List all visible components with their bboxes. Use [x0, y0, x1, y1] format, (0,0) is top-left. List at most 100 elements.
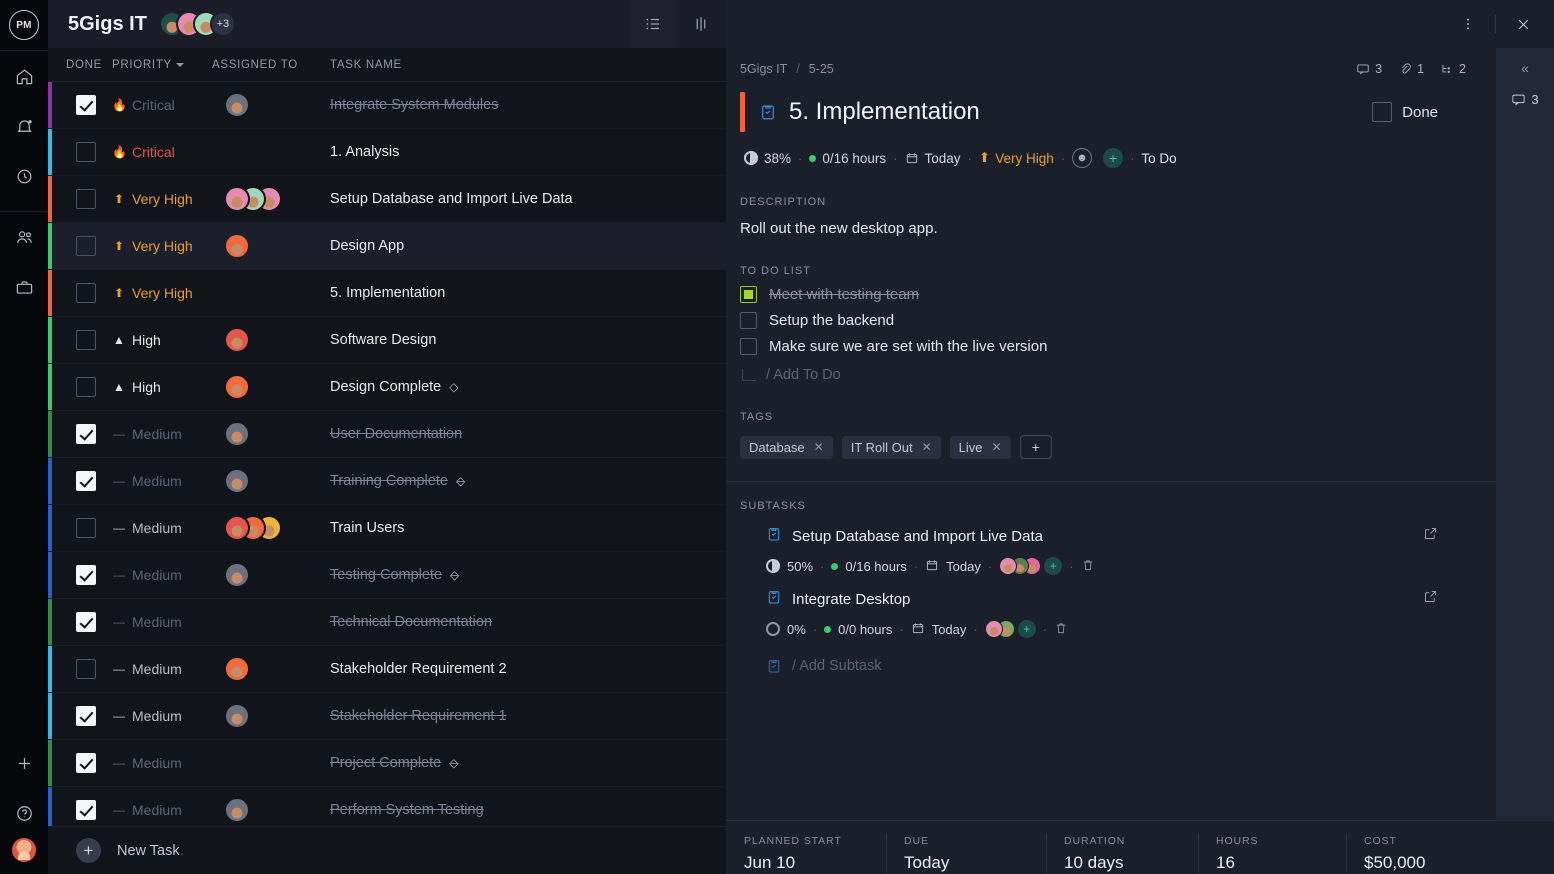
row-done-cell[interactable]	[48, 236, 112, 256]
avatar[interactable]	[224, 656, 250, 682]
avatar[interactable]	[224, 515, 250, 541]
row-checkbox[interactable]	[76, 612, 96, 632]
row-task-name[interactable]: Project Complete ◇	[330, 755, 726, 771]
table-row[interactable]: ▲ High Design Complete ◇	[48, 364, 726, 411]
row-priority-cell[interactable]: ⬆ Very High	[112, 238, 212, 254]
row-checkbox[interactable]	[76, 424, 96, 444]
row-assignee-cell[interactable]	[212, 468, 330, 494]
row-done-cell[interactable]	[48, 95, 112, 115]
avatar[interactable]	[984, 620, 1003, 638]
row-priority-cell[interactable]: — Medium	[112, 755, 212, 771]
row-assignee-cell[interactable]	[212, 703, 330, 729]
row-task-name[interactable]: Training Complete ◇	[330, 473, 726, 489]
breadcrumb-task-id[interactable]: 5-25	[809, 62, 834, 76]
row-checkbox[interactable]	[76, 518, 96, 538]
comment-count[interactable]: 3	[1356, 62, 1382, 76]
row-done-cell[interactable]	[48, 612, 112, 632]
avatar[interactable]	[224, 468, 250, 494]
row-task-name[interactable]: User Documentation	[330, 426, 726, 442]
close-icon[interactable]: ✕	[992, 440, 1002, 454]
avatar-overflow-badge[interactable]: +3	[209, 11, 236, 37]
row-done-cell[interactable]	[48, 706, 112, 726]
detail-task-title[interactable]: 5. Implementation	[789, 98, 980, 126]
row-done-cell[interactable]	[48, 659, 112, 679]
row-assignee-cell[interactable]	[212, 374, 330, 400]
row-checkbox[interactable]	[76, 706, 96, 726]
row-priority-cell[interactable]: ▲ High	[112, 379, 212, 395]
todo-item[interactable]: Make sure we are set with the live versi…	[740, 338, 1468, 355]
avatar[interactable]	[224, 421, 250, 447]
table-row[interactable]: — Medium Stakeholder Requirement 1	[48, 693, 726, 740]
footer-stat[interactable]: HOURS 16	[1198, 833, 1346, 873]
todo-checkbox[interactable]	[740, 286, 757, 303]
row-done-cell[interactable]	[48, 142, 112, 162]
progress-meta[interactable]: 38%	[744, 151, 791, 166]
footer-stat[interactable]: DUE Today	[886, 833, 1046, 873]
row-priority-cell[interactable]: — Medium	[112, 520, 212, 536]
row-checkbox[interactable]	[76, 236, 96, 256]
assignee-placeholder-icon[interactable]: ☻	[1072, 148, 1093, 168]
board-view-icon[interactable]	[677, 0, 725, 48]
add-assignee-icon[interactable]: +	[1103, 148, 1124, 168]
row-assignee-cell[interactable]	[212, 233, 330, 259]
row-priority-cell[interactable]: — Medium	[112, 473, 212, 489]
subtask-header[interactable]: Integrate Desktop	[766, 589, 1468, 610]
clock-icon[interactable]	[0, 151, 48, 201]
avatar[interactable]	[224, 562, 250, 588]
todo-checkbox[interactable]	[740, 312, 757, 329]
user-avatar[interactable]	[12, 838, 36, 862]
row-assignee-cell[interactable]	[212, 421, 330, 447]
row-priority-cell[interactable]: — Medium	[112, 614, 212, 630]
row-priority-cell[interactable]: ⬆ Very High	[112, 191, 212, 207]
row-task-name[interactable]: Stakeholder Requirement 2	[330, 661, 726, 677]
row-done-cell[interactable]	[48, 565, 112, 585]
open-external-icon[interactable]	[1423, 589, 1438, 609]
row-task-name[interactable]: Stakeholder Requirement 1	[330, 708, 726, 724]
row-task-name[interactable]: 5. Implementation	[330, 285, 726, 301]
row-checkbox[interactable]	[76, 142, 96, 162]
date-meta[interactable]: Today	[905, 151, 961, 166]
row-assignee-cell[interactable]	[212, 186, 330, 212]
row-checkbox[interactable]	[76, 565, 96, 585]
row-done-cell[interactable]	[48, 189, 112, 209]
close-icon[interactable]	[1506, 7, 1540, 41]
delete-icon[interactable]	[1054, 621, 1068, 638]
row-assignee-cell[interactable]	[212, 656, 330, 682]
row-task-name[interactable]: Testing Complete ◇	[330, 567, 726, 583]
add-assignee-icon[interactable]: +	[1044, 557, 1063, 575]
row-task-name[interactable]: Design App	[330, 238, 726, 254]
row-done-cell[interactable]	[48, 283, 112, 303]
subtask-title[interactable]: Integrate Desktop	[792, 591, 910, 608]
row-task-name[interactable]: Technical Documentation	[330, 614, 726, 630]
row-priority-cell[interactable]: ▲ High	[112, 332, 212, 348]
row-task-name[interactable]: Train Users	[330, 520, 726, 536]
avatar[interactable]	[224, 374, 250, 400]
footer-stat[interactable]: COST $50,000	[1346, 833, 1506, 873]
table-row[interactable]: — Medium Stakeholder Requirement 2	[48, 646, 726, 693]
row-done-cell[interactable]	[48, 753, 112, 773]
row-task-name[interactable]: Perform System Testing	[330, 802, 726, 818]
table-row[interactable]: ▲ High Software Design	[48, 317, 726, 364]
row-assignee-cell[interactable]	[212, 515, 330, 541]
project-member-avatars[interactable]: +3	[158, 11, 236, 37]
row-checkbox[interactable]	[76, 189, 96, 209]
row-done-cell[interactable]	[48, 377, 112, 397]
row-done-cell[interactable]	[48, 471, 112, 491]
done-checkbox[interactable]	[1372, 102, 1393, 122]
priority-meta[interactable]: ⬆ Very High	[979, 150, 1054, 166]
add-todo-button[interactable]: / Add To Do	[742, 367, 1468, 383]
close-icon[interactable]: ✕	[922, 440, 932, 454]
row-task-name[interactable]: Design Complete ◇	[330, 379, 726, 395]
breadcrumb-project[interactable]: 5Gigs IT	[740, 62, 787, 76]
table-row[interactable]: ⬆ Very High Setup Database and Import Liv…	[48, 176, 726, 223]
subtask-avatars[interactable]: +	[999, 557, 1063, 575]
subtask-count[interactable]: 2	[1440, 62, 1466, 76]
row-checkbox[interactable]	[76, 659, 96, 679]
subtask-title[interactable]: Setup Database and Import Live Data	[792, 528, 1043, 545]
row-task-name[interactable]: Integrate System Modules	[330, 97, 726, 113]
footer-stat[interactable]: PLANNED START Jun 10	[726, 835, 886, 873]
description-text[interactable]: Roll out the new desktop app.	[740, 220, 1468, 237]
row-checkbox[interactable]	[76, 800, 96, 820]
attachment-count[interactable]: 1	[1398, 62, 1424, 76]
table-row[interactable]: 🔥 Critical Integrate System Modules	[48, 82, 726, 129]
